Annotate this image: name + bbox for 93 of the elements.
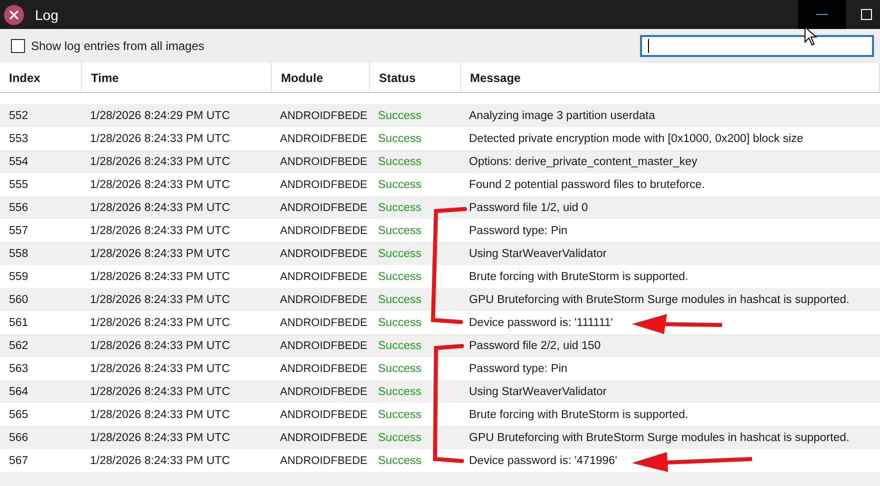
cursor-icon [804, 26, 817, 46]
table-cell-text: 1/28/2026 8:24:33 PM UTC [89, 248, 231, 260]
table-cell-text: 1/28/2026 8:24:33 PM UTC [89, 270, 231, 282]
status-text: Success [377, 294, 422, 306]
status-text: Success [377, 110, 422, 122]
table-cell-text: ANDROIDFBEDE [279, 202, 368, 214]
table-cell-text: Options: derive_private_content_master_key [468, 156, 698, 168]
table-cell-text: ANDROIDFBEDE [279, 340, 368, 352]
status-text: Success [377, 156, 422, 168]
table-cell-text: Brute forcing with BruteStorm is supported. [468, 408, 688, 420]
status-text: Success [377, 408, 422, 420]
status-text: Success [377, 224, 422, 236]
table-cell-text: Using StarWeaverValidator [468, 248, 607, 260]
table-cell-text: 559 [8, 270, 30, 282]
table-cell-text: 566 [8, 432, 30, 444]
table-cell-text: ANDROIDFBEDE [279, 132, 368, 144]
status-text: Success [377, 386, 422, 398]
table-cell-text: Password type: Pin [468, 224, 568, 236]
table-cell-text: Brute forcing with BruteStorm is supported. [468, 270, 688, 282]
table-cell-text: 1/28/2026 8:24:33 PM UTC [89, 340, 231, 352]
column-header[interactable]: Time [82, 63, 272, 92]
table-cell-text: 552 [8, 110, 30, 122]
table-cell-text: ANDROIDFBEDE [279, 454, 368, 466]
table-cell-text: ANDROIDFBEDE [279, 362, 368, 374]
table-cell-text: Password type: Pin [468, 362, 568, 374]
checkbox[interactable] [11, 39, 25, 53]
table-cell-text: GPU Bruteforcing with BruteStorm Surge modules in hashcat is supported. [468, 294, 850, 306]
table-cell-text: 1/28/2026 8:24:33 PM UTC [89, 178, 231, 190]
table-cell-text: 1/28/2026 8:24:33 PM UTC [89, 294, 231, 306]
status-text: Success [377, 132, 422, 144]
table-cell-text: 564 [8, 386, 30, 398]
status-text: Success [377, 432, 422, 444]
table-cell-text: 554 [8, 156, 30, 168]
table-cell-text: ANDROIDFBEDE [279, 178, 368, 190]
table-cell-text: 1/28/2026 8:24:33 PM UTC [89, 316, 231, 328]
table-cell-text: 1/28/2026 8:24:33 PM UTC [89, 386, 231, 398]
column-header[interactable]: Message [461, 63, 880, 92]
table-cell-text: 567 [8, 454, 30, 466]
table-cell-text: 1/28/2026 8:24:33 PM UTC [89, 454, 231, 466]
status-text: Success [377, 178, 422, 190]
window-title: Log [35, 6, 58, 22]
table-cell-text: GPU Bruteforcing with BruteStorm Surge modules in hashcat is supported. [468, 432, 850, 444]
status-text: Success [377, 454, 422, 466]
table-cell-text: ANDROIDFBEDE [279, 294, 368, 306]
table-cell-text: 563 [8, 362, 30, 374]
table-cell-text: 565 [8, 408, 30, 420]
table-cell-text: ANDROIDFBEDE [279, 248, 368, 260]
table-cell-text: 1/28/2026 8:24:33 PM UTC [89, 408, 231, 420]
column-header[interactable]: Module [272, 63, 370, 92]
maximize-icon[interactable] [861, 9, 872, 20]
status-text: Success [377, 202, 422, 214]
status-text: Success [377, 340, 422, 352]
column-header[interactable]: Status [370, 63, 461, 92]
table-cell-text: 561 [8, 316, 30, 328]
table-cell-text: Device password is: '111111' [468, 316, 613, 328]
close-icon[interactable] [3, 4, 25, 26]
status-text: Success [377, 362, 422, 374]
table-cell-text: 556 [8, 202, 30, 214]
status-text: Success [377, 270, 422, 282]
table-cell-text: 560 [8, 294, 30, 306]
table-cell-text: 1/28/2026 8:24:33 PM UTC [89, 156, 231, 168]
table-cell-text: Using StarWeaverValidator [468, 386, 607, 398]
checkbox-label: Show log entries from all images [31, 39, 204, 53]
table-cell-text: ANDROIDFBEDE [279, 316, 368, 328]
column-header[interactable]: Index [0, 63, 82, 92]
table-cell-text: 1/28/2026 8:24:29 PM UTC [89, 110, 231, 122]
table-cell-text: Password file 1/2, uid 0 [468, 202, 588, 214]
table-cell-text: Password file 2/2, uid 150 [468, 340, 601, 352]
status-text: Success [377, 248, 422, 260]
table-cell-text: Analyzing image 3 partition userdata [468, 110, 656, 122]
table-cell-text: 562 [8, 340, 30, 352]
table-cell-text: 1/28/2026 8:24:33 PM UTC [89, 202, 231, 214]
search-field[interactable] [640, 35, 874, 57]
minus-icon [816, 14, 828, 16]
status-text: Success [377, 316, 422, 328]
table-cell-text: 555 [8, 178, 30, 190]
table-cell-text: Device password is: '471996' [468, 454, 618, 466]
table-cell-text: 553 [8, 132, 30, 144]
table-cell-text: 557 [8, 224, 30, 236]
table-cell-text: ANDROIDFBEDE [279, 110, 368, 122]
table-cell-text: ANDROIDFBEDE [279, 270, 368, 282]
table-cell-text: Found 2 potential password files to bruteforce. [468, 178, 705, 190]
table-cell-text: 1/28/2026 8:24:33 PM UTC [89, 132, 231, 144]
table-cell-text: ANDROIDFBEDE [279, 432, 368, 444]
table-cell-text: 1/28/2026 8:24:33 PM UTC [89, 432, 231, 444]
table-cell-text: 1/28/2026 8:24:33 PM UTC [89, 362, 231, 374]
table-cell-text: 558 [8, 248, 30, 260]
table-cell-text: ANDROIDFBEDE [279, 386, 368, 398]
table-cell-text: ANDROIDFBEDE [279, 156, 368, 168]
table-cell-text: ANDROIDFBEDE [279, 224, 368, 236]
table-cell-text: 1/28/2026 8:24:33 PM UTC [89, 224, 231, 236]
table-cell-text: ANDROIDFBEDE [279, 408, 368, 420]
table-cell-text: Detected private encryption mode with [0x1000, 0x200] block size [468, 132, 804, 144]
